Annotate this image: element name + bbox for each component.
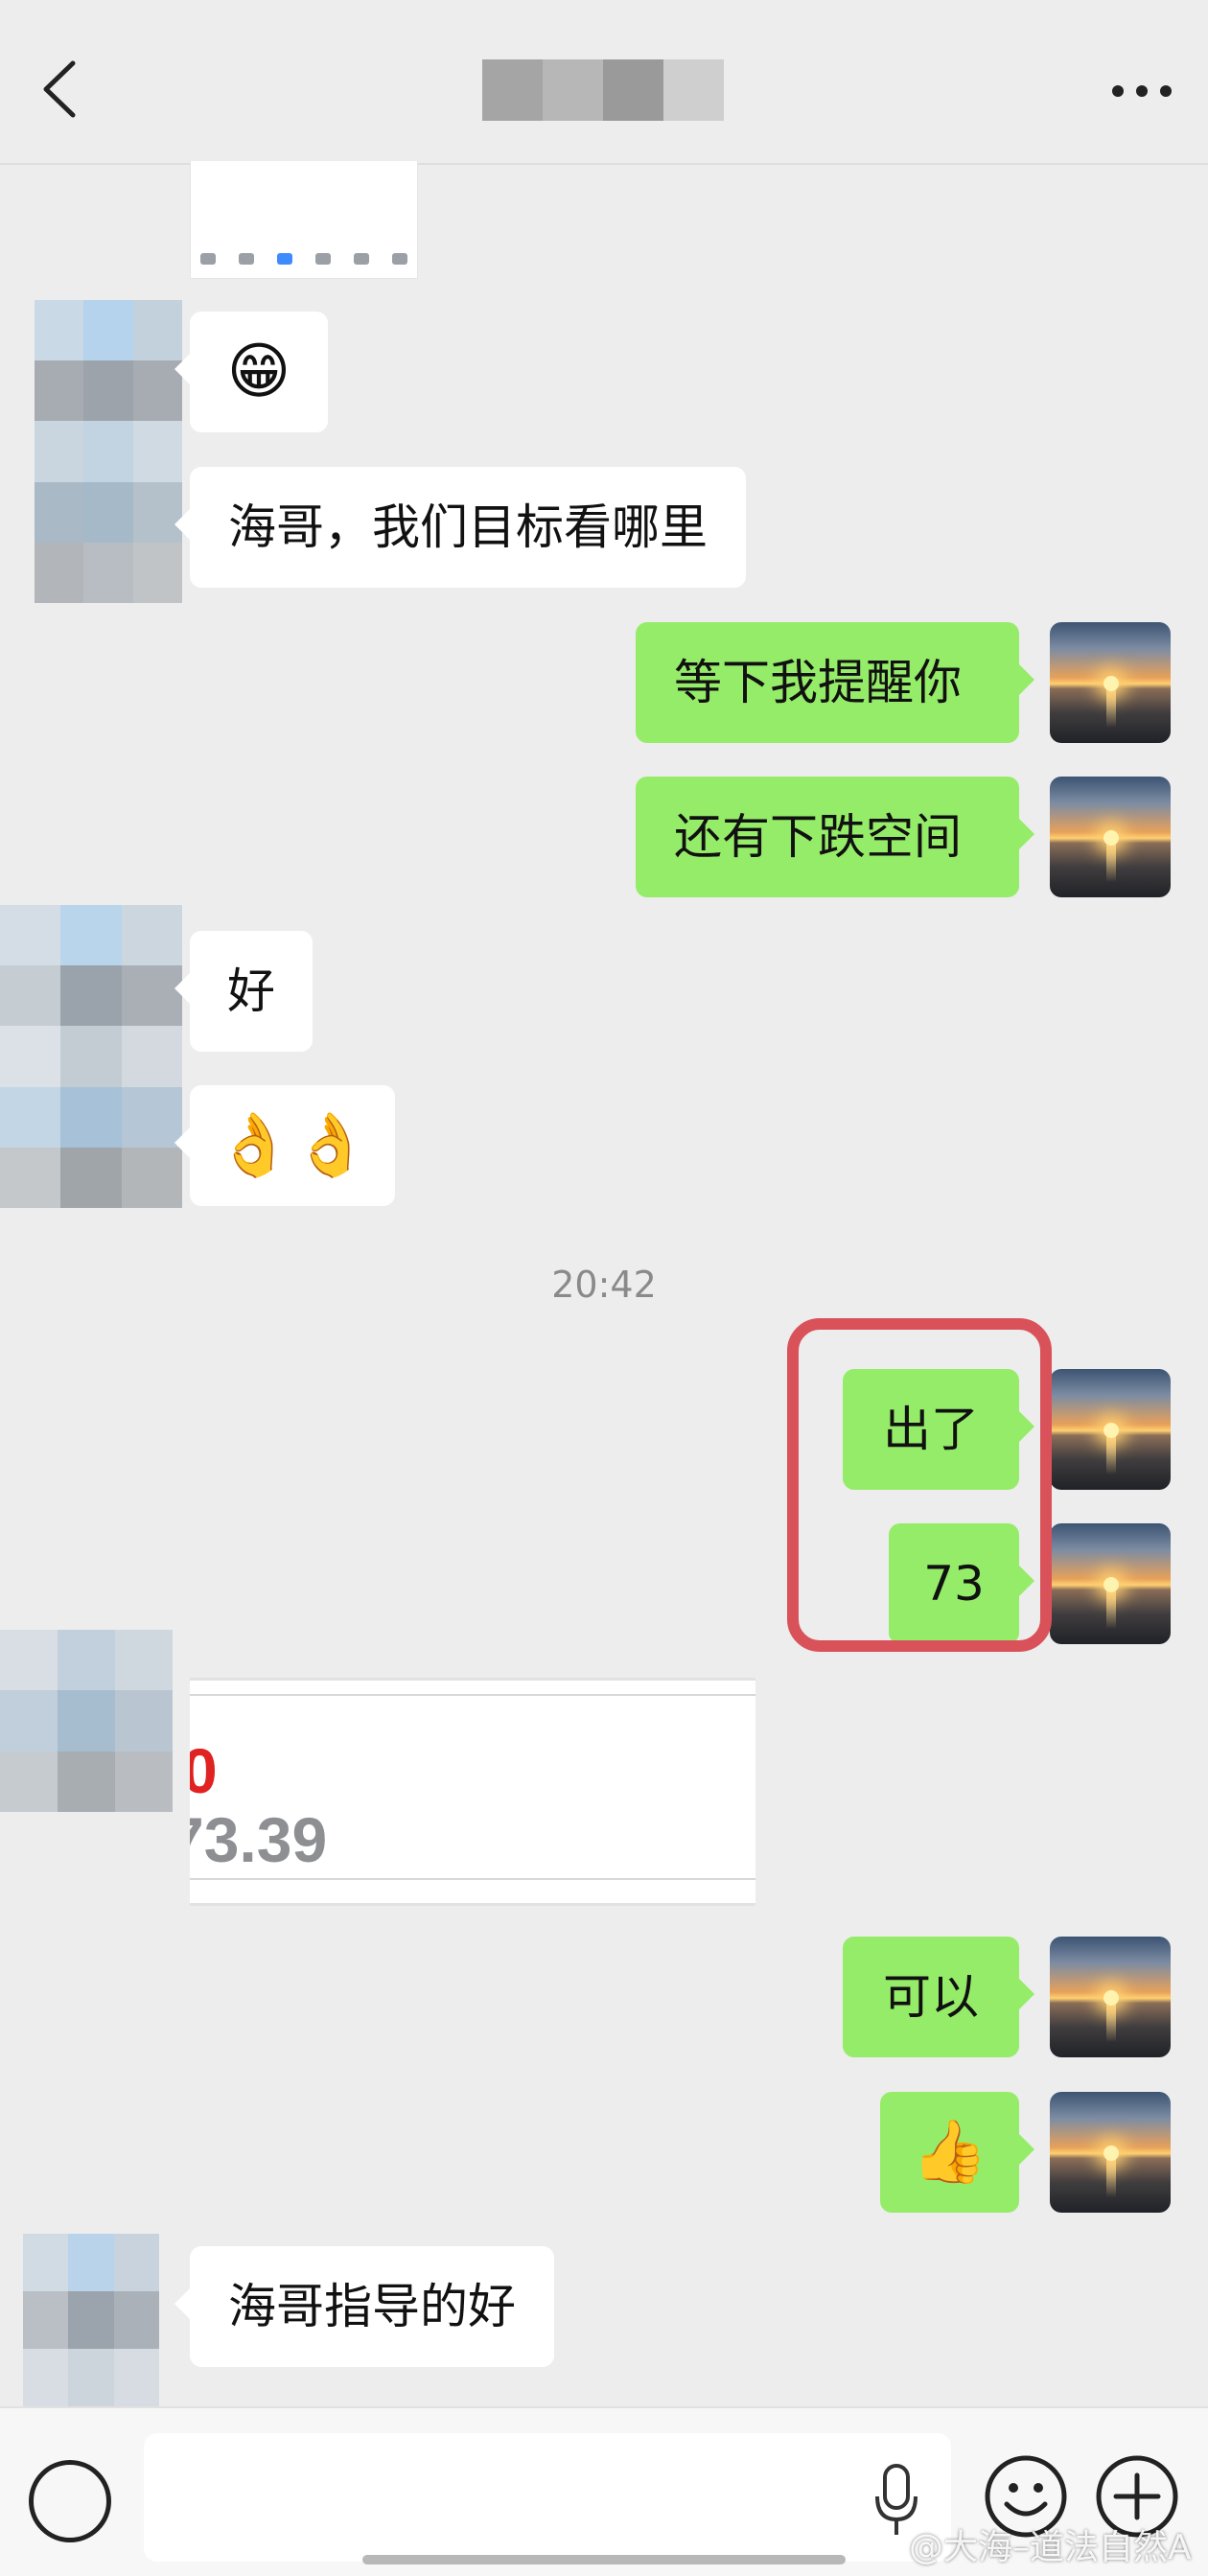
message-bubble-emoji[interactable]: 👍 <box>880 2092 1034 2213</box>
contact-avatar-blurred[interactable] <box>35 300 182 603</box>
message-bubble-emoji[interactable]: 😁 <box>174 312 328 432</box>
voice-mode-icon[interactable] <box>29 2460 111 2542</box>
my-avatar[interactable] <box>1050 1369 1171 1490</box>
message-bubble-outgoing[interactable]: 等下我提醒你 <box>636 622 1034 743</box>
message-input[interactable] <box>144 2433 951 2562</box>
my-avatar[interactable] <box>1050 1937 1171 2057</box>
image-message-screenshot[interactable]: 0 73.39 <box>190 1678 755 1906</box>
contact-name-blurred <box>482 59 724 121</box>
message-bubble-incoming[interactable]: 海哥指导的好 <box>174 2246 554 2367</box>
my-avatar[interactable] <box>1050 1523 1171 1644</box>
back-arrow-icon[interactable] <box>38 59 82 119</box>
message-bubble-incoming[interactable]: 海哥，我们目标看哪里 <box>174 467 746 588</box>
my-avatar[interactable] <box>1050 622 1171 743</box>
more-options-icon[interactable] <box>1112 82 1172 100</box>
watermark-text: @大海–道法自然A <box>909 2528 1192 2567</box>
home-indicator <box>362 2555 846 2564</box>
message-bubble-emoji[interactable]: 👌👌 <box>174 1085 395 1206</box>
contact-avatar-blurred[interactable] <box>0 1630 173 1812</box>
highlight-annotation-box <box>787 1318 1052 1652</box>
message-bubble-outgoing[interactable]: 可以 <box>843 1937 1034 2057</box>
image-text-price: 73.39 <box>190 1804 328 1875</box>
my-avatar[interactable] <box>1050 777 1171 897</box>
message-bubble-incoming[interactable]: 好 <box>174 931 313 1052</box>
image-message-partial[interactable] <box>190 161 418 279</box>
my-avatar[interactable] <box>1050 2092 1171 2213</box>
timestamp-separator: 20:42 <box>551 1264 657 1306</box>
message-bubble-outgoing[interactable]: 还有下跌空间 <box>636 777 1034 897</box>
image-text-red: 0 <box>190 1734 218 1807</box>
contact-avatar-blurred[interactable] <box>0 905 182 1208</box>
